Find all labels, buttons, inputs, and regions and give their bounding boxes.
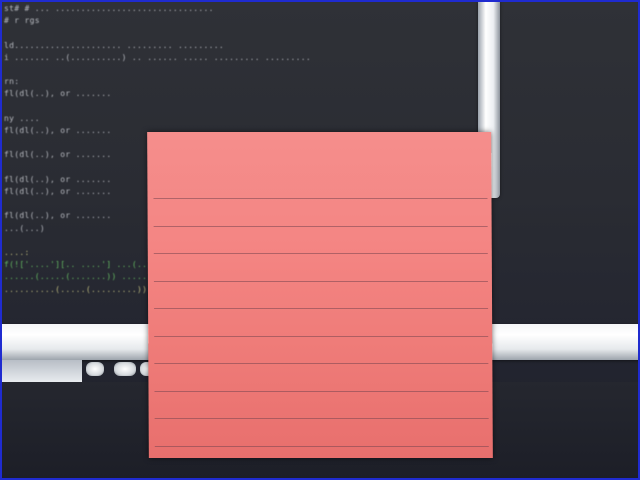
terminal-line: # r rgs: [4, 16, 40, 26]
terminal-line: ..........(.....(.........))): [4, 284, 153, 294]
dock-app-icon[interactable]: [114, 362, 136, 376]
terminal-line: fl(dl(..), or .......: [4, 126, 112, 135]
terminal-line: ....:: [4, 248, 30, 257]
sticky-note-rule-line: [153, 253, 488, 254]
terminal-line: st# # ... ..............................…: [4, 4, 214, 13]
sticky-note-rule-line: [153, 280, 488, 282]
sticky-note-rule-line: [154, 308, 489, 309]
sticky-note-rule-line: [154, 363, 489, 364]
terminal-line: f(!['....'][.. ....'] ...(......: [4, 260, 168, 270]
terminal-line: ......(.....(.......)) .......(: [4, 272, 163, 282]
sticky-note-rule-line: [154, 445, 489, 447]
sticky-note-rule-line: [153, 198, 488, 199]
terminal-line: fl(dl(..), or .......: [4, 187, 112, 196]
photo-frame: st# # ... ..............................…: [0, 0, 640, 480]
terminal-line: fl(dl(..), or .......: [4, 89, 112, 99]
sticky-note-rule-line: [154, 418, 489, 419]
terminal-line: ...(...): [4, 223, 45, 233]
terminal-line: i ....... ..(..........) .. ...... .....…: [4, 52, 311, 62]
sticky-note-rule-line: [154, 335, 489, 337]
terminal-line: rn:: [4, 77, 20, 87]
terminal-line: fl(dl(..), or .......: [4, 211, 112, 221]
sticky-note-rule-line: [154, 390, 489, 392]
dock-app-icon[interactable]: [86, 362, 104, 376]
terminal-line: ny ....: [4, 113, 40, 123]
terminal-line: fl(dl(..), or .......: [4, 150, 112, 160]
terminal-line: ld..................... ......... ......…: [4, 40, 225, 50]
panel-strip: [2, 360, 82, 382]
sticky-note: [147, 132, 493, 458]
sticky-note-rule-line: [153, 225, 488, 227]
terminal-line: fl(dl(..), or .......: [4, 174, 112, 184]
